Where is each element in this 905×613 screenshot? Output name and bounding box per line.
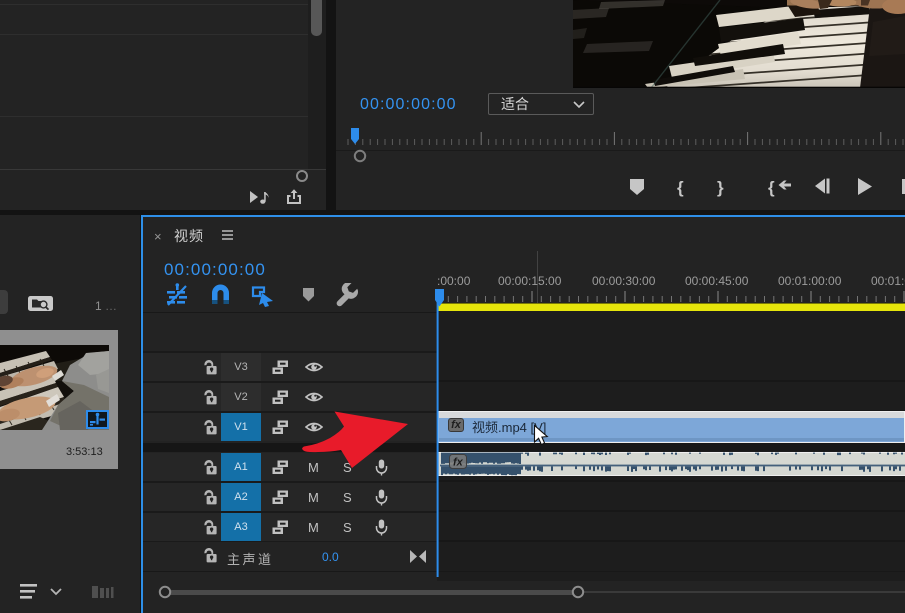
svg-text:{: {	[768, 178, 775, 197]
svg-text:}: }	[717, 178, 724, 197]
svg-text:{: {	[677, 178, 684, 197]
